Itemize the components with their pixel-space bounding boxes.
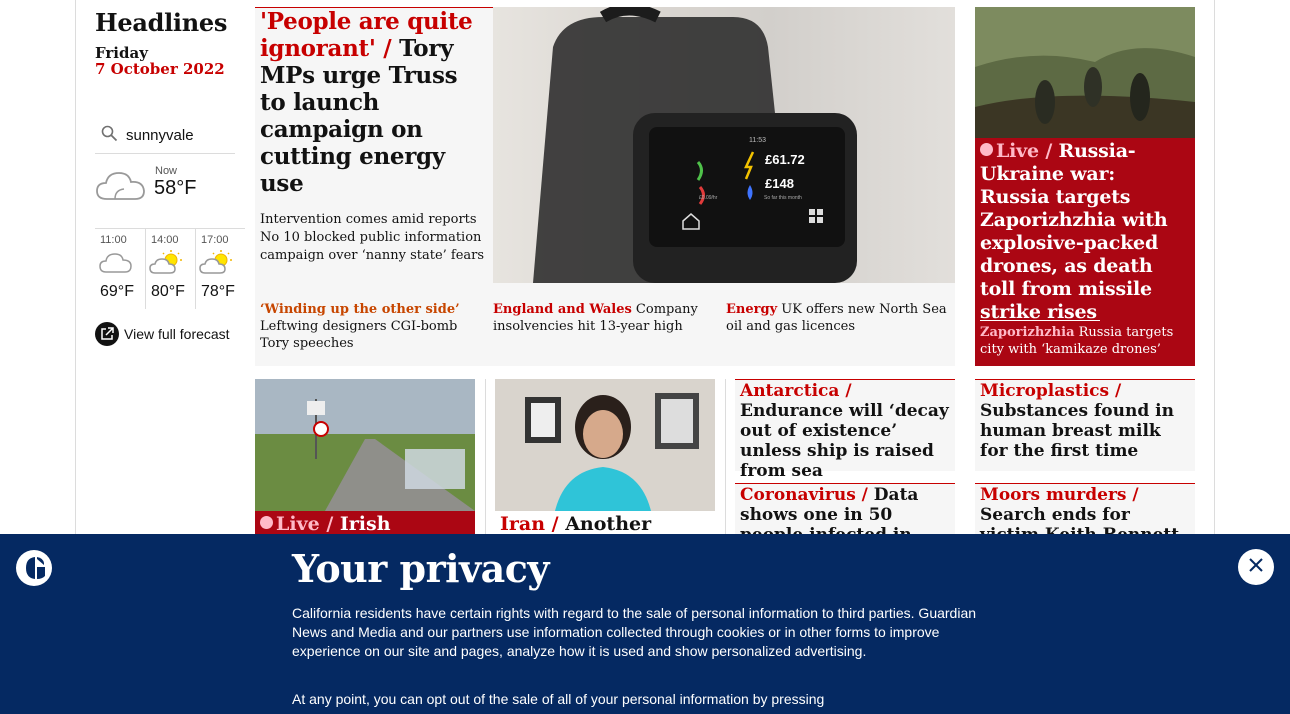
soldiers-image[interactable] (975, 7, 1195, 138)
iran-video-image (495, 379, 715, 511)
live-headline-text: Russia-Ukraine war: Russia targets Zapor… (980, 140, 1168, 323)
forecast-time: 14:00 (150, 234, 179, 246)
meter-reading-2: £148 (765, 176, 794, 191)
guardian-logo-icon (16, 550, 52, 586)
antarctica-card[interactable]: Antarctica / Endurance will ‘decay out o… (735, 379, 955, 481)
microplastics-kicker: Microplastics / (980, 381, 1122, 401)
live-label: Live / (996, 140, 1053, 162)
forecast-time: 11:00 (100, 234, 127, 246)
irish-headline[interactable]: Live / Irish (260, 513, 391, 535)
forecast-slot: 11:00 69°F (95, 229, 145, 309)
live-ukraine-headline[interactable]: Live / Russia-Ukraine war: Russia target… (980, 140, 1190, 324)
antarctica-kicker: Antarctica / (740, 381, 852, 401)
microplastics-card[interactable]: Microplastics / Substances found in huma… (975, 379, 1195, 471)
view-full-forecast-link[interactable]: View full forecast (95, 322, 230, 346)
partly-sunny-icon (149, 249, 185, 279)
privacy-text: California residents have certain rights… (292, 605, 977, 659)
irish-live-card[interactable]: Live / Irish (255, 379, 475, 551)
divider (725, 379, 726, 549)
meter-caption: So far this month (764, 195, 802, 201)
coronavirus-kicker: Coronavirus / (740, 485, 868, 505)
search-icon (101, 125, 118, 146)
full-forecast-label: View full forecast (124, 326, 230, 342)
meter-reading-1: £61.72 (765, 152, 805, 167)
privacy-title: Your privacy (292, 546, 550, 591)
antarctica-headline: Antarctica / Endurance will ‘decay out o… (740, 381, 952, 481)
live-sublink[interactable]: Zaporizhzhia Russia targets city with ‘k… (980, 324, 1190, 358)
live-sub-kicker: Zaporizhzhia (980, 325, 1075, 340)
close-button[interactable] (1238, 549, 1274, 585)
external-link-icon (95, 322, 119, 346)
location-value: sunnyvale (126, 127, 194, 144)
lead-standfirst: Intervention comes amid reports No 10 bl… (260, 212, 485, 263)
antarctica-text: Endurance will ‘decay out of existence’ … (740, 401, 949, 481)
live-dot-icon (260, 516, 273, 529)
forecast-temp: 80°F (150, 283, 185, 300)
sublink-insolvencies[interactable]: England and Wales Company insolvencies h… (493, 301, 703, 335)
forecast-slot: 17:00 78°F (194, 229, 245, 309)
privacy-banner: Your privacy California residents have c… (0, 534, 1290, 714)
microplastics-headline: Microplastics / Substances found in huma… (980, 381, 1192, 461)
hourly-forecast: 11:00 69°F 14:00 80°F 17:00 78°F (95, 228, 245, 309)
live-dot-icon (980, 143, 993, 156)
divider (980, 320, 1100, 321)
forecast-time: 17:00 (200, 234, 229, 246)
current-weather: Now 58°F (95, 160, 245, 226)
forecast-slot: 14:00 80°F (144, 229, 195, 309)
iran-kicker: Iran / (500, 513, 559, 535)
privacy-opt-out-text: At any point, you can opt out of the sal… (292, 691, 825, 707)
now-temperature: 58°F (154, 177, 197, 199)
sublink-kicker: England and Wales (493, 302, 632, 317)
forecast-temp: 78°F (200, 283, 235, 300)
smart-meter-image[interactable]: £61.72 £148 11:53 £0.09/hr So far this m… (493, 7, 955, 283)
live-label: Live / (276, 513, 334, 535)
weather-location-search[interactable]: sunnyvale (95, 118, 235, 154)
sublink-text: Leftwing designers CGI-bomb Tory speeche… (260, 319, 458, 351)
moors-kicker: Moors murders / (980, 485, 1139, 505)
lead-headline[interactable]: 'People are quite ignorant' / Tory MPs u… (260, 8, 485, 197)
irish-headline-text: Irish (333, 513, 391, 535)
cloud-icon (95, 168, 147, 206)
iran-card[interactable]: Iran / Another teenage (495, 379, 715, 557)
sublink-kicker: Energy (726, 302, 778, 317)
sublink-winding-up[interactable]: ‘Winding up the other side’ Leftwing des… (260, 301, 485, 352)
meter-clock: 11:53 (749, 137, 766, 144)
now-label: Now (155, 165, 178, 177)
microplastics-text: Substances found in human breast milk fo… (980, 401, 1174, 461)
forecast-temp: 69°F (100, 283, 134, 300)
sublink-kicker: ‘Winding up the other side’ (260, 302, 460, 317)
cloud-icon (98, 249, 134, 279)
headlines-title: Headlines (95, 8, 228, 37)
meter-rate: £0.09/hr (699, 195, 718, 201)
headlines-date: 7 October 2022 (95, 60, 225, 78)
partly-sunny-icon (199, 249, 235, 279)
close-icon (1248, 557, 1264, 577)
sublink-energy[interactable]: Energy UK offers new North Sea oil and g… (726, 301, 951, 335)
divider (485, 379, 486, 549)
border-road-image (255, 379, 475, 511)
